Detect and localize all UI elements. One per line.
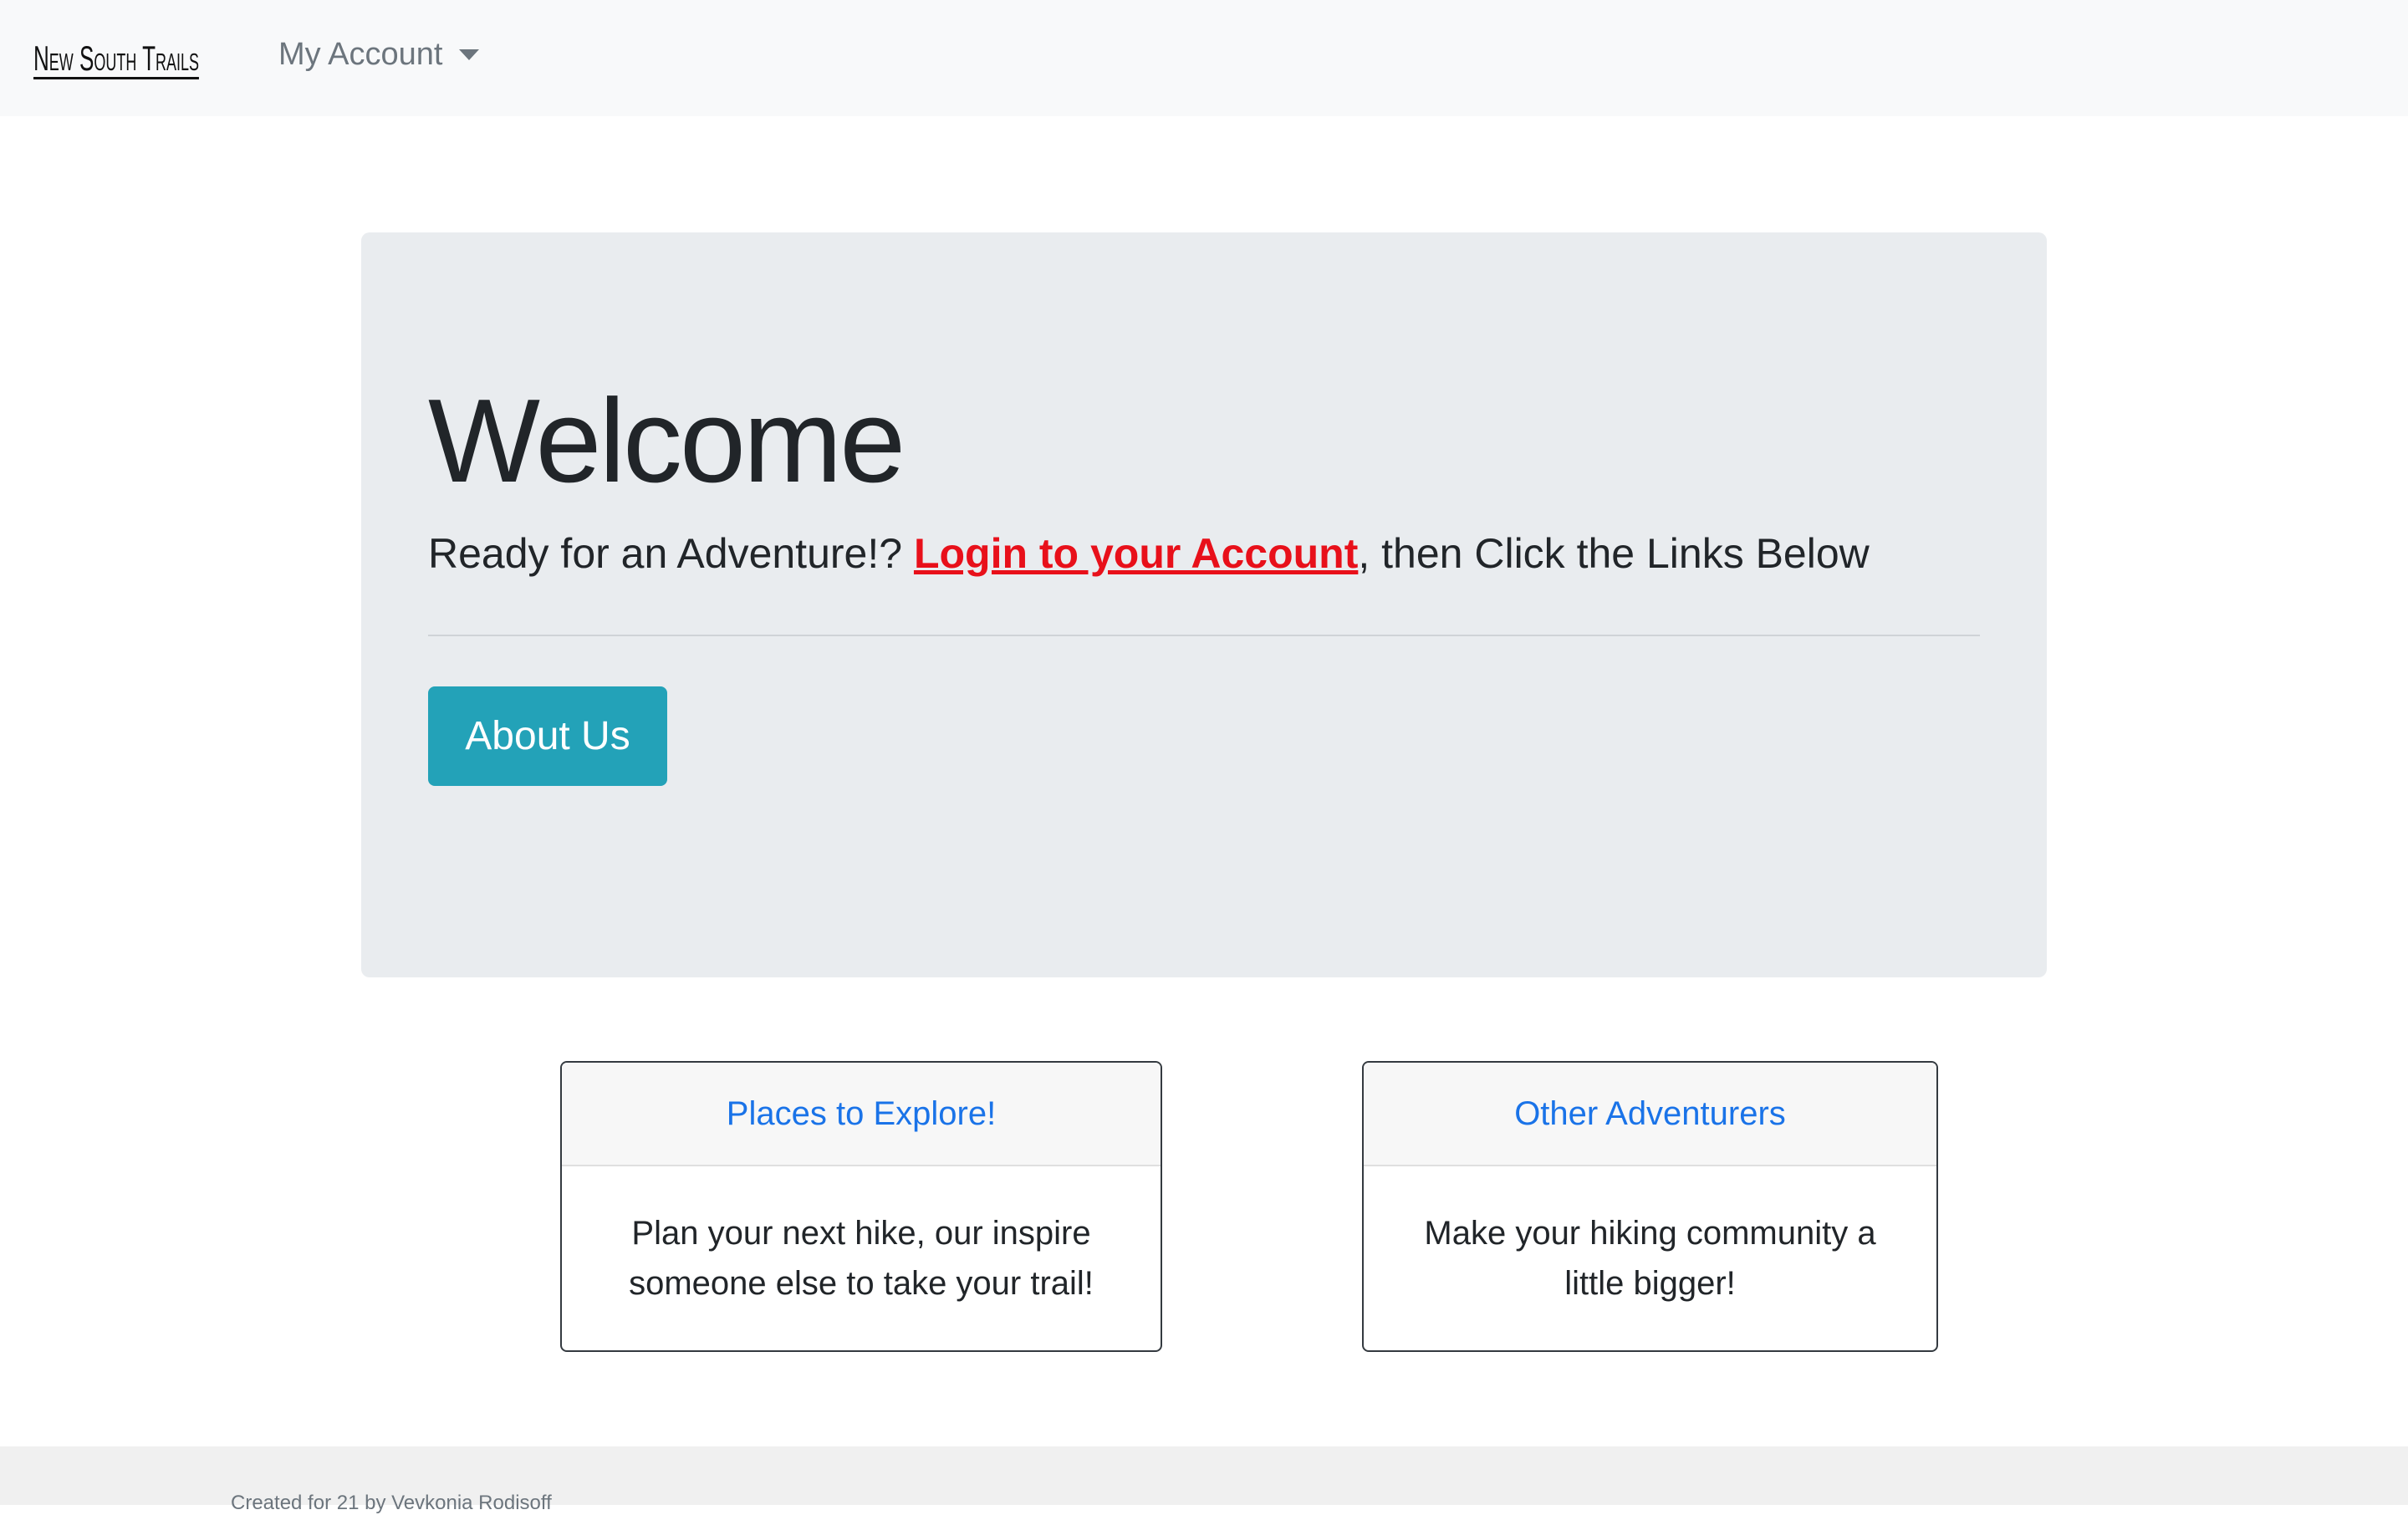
my-account-label: My Account xyxy=(278,37,443,72)
footer-text: Created for 21 by Vevkonia Rodisoff xyxy=(231,1492,552,1514)
chevron-down-icon xyxy=(459,49,480,60)
lead-suffix: , then Click the Links Below xyxy=(1358,530,1870,577)
places-card-header: Places to Explore! xyxy=(562,1063,1161,1166)
page-footer: Created for 21 by Vevkonia Rodisoff xyxy=(0,1446,2408,1514)
about-us-button[interactable]: About Us xyxy=(428,686,667,786)
my-account-dropdown[interactable]: My Account xyxy=(278,37,480,73)
adventurers-card-body: Make your hiking community a little bigg… xyxy=(1424,1215,1876,1302)
page-title: Welcome xyxy=(428,375,906,508)
places-card-body: Plan your next hike, our inspire someone… xyxy=(629,1215,1094,1302)
adventurers-card: Other Adventurers Make your hiking commu… xyxy=(1362,1061,1938,1352)
welcome-jumbotron: Welcome Ready for an Adventure!? Login t… xyxy=(361,232,2047,977)
brand-link[interactable]: New South Trails xyxy=(33,38,199,79)
lead-prefix: Ready for an Adventure!? xyxy=(428,530,914,577)
login-link[interactable]: Login to your Account xyxy=(914,530,1358,577)
adventurers-card-header: Other Adventurers xyxy=(1364,1063,1936,1166)
top-navbar: New South Trails My Account xyxy=(0,0,2408,116)
divider xyxy=(428,635,1980,636)
places-to-explore-link[interactable]: Places to Explore! xyxy=(727,1095,996,1133)
places-card: Places to Explore! Plan your next hike, … xyxy=(560,1061,1162,1352)
welcome-lead: Ready for an Adventure!? Login to your A… xyxy=(428,529,1870,578)
other-adventurers-link[interactable]: Other Adventurers xyxy=(1514,1095,1786,1133)
